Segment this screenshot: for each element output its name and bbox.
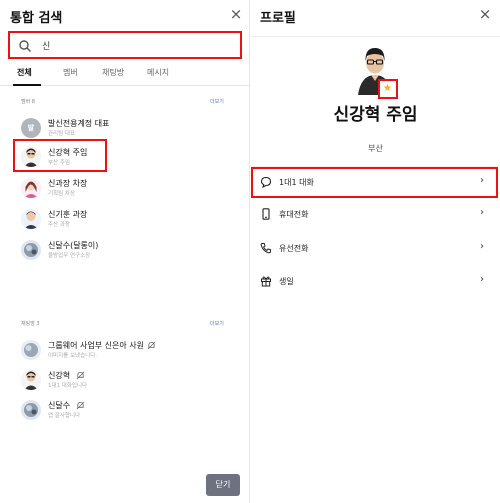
search-icon <box>19 40 31 52</box>
profile-close-icon[interactable]: × <box>477 6 493 22</box>
header-divider <box>251 36 500 37</box>
profile-department: 부산 <box>368 144 383 153</box>
mute-bell-icon <box>76 401 85 410</box>
chevron-right-icon: › <box>480 241 484 252</box>
chat-preview: 앱 잘사합니다 <box>48 413 81 419</box>
chat-name: 신달수 <box>48 401 71 410</box>
list-item[interactable]: 신달수 앱 잘사합니다 <box>21 399 221 423</box>
list-item[interactable]: 그룹웨어 사업부 신은아 사원 이미지를 보냈습니다. <box>21 339 221 363</box>
search-input[interactable] <box>42 36 232 54</box>
menu-item-birthday[interactable]: 생일 › <box>251 267 500 297</box>
close-button[interactable]: 닫기 <box>206 474 240 496</box>
menu-label: 생일 <box>279 277 294 286</box>
list-item[interactable]: 발 발신전용계정 대표 관리팀 대표 <box>21 117 221 141</box>
chevron-right-icon: › <box>480 274 484 285</box>
member-name: 신과장 차장 <box>48 179 88 188</box>
chat-preview: 이미지를 보냈습니다. <box>48 353 98 359</box>
chat-name: 그룹웨어 사업부 신은아 사원 <box>48 341 144 350</box>
search-field[interactable] <box>8 31 242 59</box>
star-icon: ★ <box>383 83 392 94</box>
phone-handset-icon <box>260 243 271 254</box>
avatar <box>21 178 41 198</box>
list-item[interactable]: 신달수(달롱이) 울방업무 연구소장 <box>21 239 221 263</box>
member-subtitle: 울방업무 연구소장 <box>48 253 91 259</box>
menu-label: 휴대전화 <box>279 210 309 219</box>
members-section-label: 멤버 8 <box>21 99 35 105</box>
chat-name: 신강혁 <box>48 371 71 380</box>
tab-messages[interactable]: 메시지 <box>147 67 169 78</box>
member-name: 신달수(달롱이) <box>48 241 99 250</box>
member-subtitle: 관리팀 대표 <box>48 131 76 137</box>
chats-more-link[interactable]: 더보기 <box>210 320 224 327</box>
chat-preview: 1대1 대화입니다 <box>48 383 88 389</box>
profile-panel: 프로필 × ★ 신강혁 주임 부산 1대1 대화 › 휴대전화 › 유선전화 ›… <box>251 0 500 503</box>
search-tabs: 전체 멤버 채팅방 메시지 <box>0 64 249 86</box>
list-item[interactable]: 신과장 차장 기획팀 차장 <box>21 177 221 201</box>
members-more-link[interactable]: 더보기 <box>210 98 224 105</box>
avatar <box>21 340 41 360</box>
gift-icon <box>261 276 271 287</box>
chats-section-label: 채팅방 3 <box>21 321 40 327</box>
integrated-search-panel: 통합 검색 × 전체 멤버 채팅방 메시지 멤버 8 더보기 발 발신전용계정 … <box>0 0 250 503</box>
member-subtitle: 기획팀 차장 <box>48 191 76 197</box>
avatar <box>21 370 41 390</box>
highlight-direct-chat <box>251 167 498 198</box>
profile-panel-title: 프로필 <box>260 11 296 26</box>
mute-bell-icon <box>147 341 156 350</box>
avatar: 발 <box>21 118 41 138</box>
avatar <box>21 209 41 229</box>
member-name: 발신전용계정 대표 <box>48 119 110 128</box>
mute-bell-icon <box>76 371 85 380</box>
mobile-phone-icon <box>262 208 270 220</box>
search-panel-title: 통합 검색 <box>10 11 63 26</box>
chevron-right-icon: › <box>480 207 484 218</box>
menu-item-mobile[interactable]: 휴대전화 › <box>251 200 500 230</box>
active-tab-indicator <box>13 84 41 86</box>
tab-chatrooms[interactable]: 채팅방 <box>102 67 124 78</box>
avatar <box>21 400 41 420</box>
profile-name: 신강혁 주임 <box>333 105 418 125</box>
menu-item-landline[interactable]: 유선전화 › <box>251 234 500 264</box>
list-item[interactable]: 신기훈 과장 주산 과장 <box>21 208 221 232</box>
search-close-icon[interactable]: × <box>228 6 244 22</box>
member-subtitle: 주산 과장 <box>48 222 70 228</box>
member-name: 신기훈 과장 <box>48 210 88 219</box>
tab-all[interactable]: 전체 <box>17 67 32 78</box>
avatar <box>21 240 41 260</box>
list-item[interactable]: 신강혁 1대1 대화입니다 <box>21 369 221 393</box>
menu-label: 유선전화 <box>279 244 309 253</box>
favorite-star-button[interactable]: ★ <box>378 79 398 99</box>
highlight-member-result <box>13 139 107 172</box>
tab-members[interactable]: 멤버 <box>63 67 78 78</box>
